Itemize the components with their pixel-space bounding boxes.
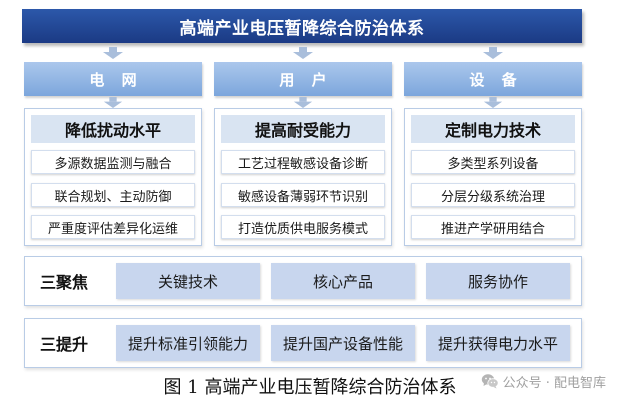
column-item: 工艺过程敏感设备诊断 — [221, 150, 385, 174]
column-item: 多类型系列设备 — [411, 150, 575, 174]
watermark-text: 公众号 · 配电智库 — [502, 375, 606, 391]
column-box-equipment: 定制电力技术 多类型系列设备 分层分级系统治理 推进产学研用结合 — [404, 108, 582, 246]
row-cell: 服务协作 — [426, 263, 570, 299]
row-cell: 关键技术 — [116, 263, 260, 299]
column-item: 推进产学研用结合 — [411, 215, 575, 239]
row-cell: 核心产品 — [271, 263, 415, 299]
column-box-grid: 降低扰动水平 多源数据监测与融合 联合规划、主动防御 严重度评估差异化运维 — [24, 108, 202, 246]
row-label: 三提升 — [40, 335, 89, 354]
column-box-user: 提高耐受能力 工艺过程敏感设备诊断 敏感设备薄弱环节识别 打造优质供电服务模式 — [214, 108, 392, 246]
row-cell: 提升国产设备性能 — [271, 325, 415, 361]
down-arrow — [102, 97, 124, 108]
column-item: 联合规划、主动防御 — [31, 183, 195, 207]
row-cell: 提升获得电力水平 — [426, 325, 570, 361]
column-header-user: 用 户 — [214, 62, 392, 96]
row-focus: 三聚焦 关键技术 核心产品 服务协作 — [24, 256, 582, 306]
down-arrow — [102, 47, 124, 59]
diagram-title: 高端产业电压暂降综合防治体系 — [22, 9, 582, 43]
row-cell: 提升标准引领能力 — [116, 325, 260, 361]
watermark: 公众号 · 配电智库 — [481, 371, 606, 391]
row-improve: 三提升 提升标准引领能力 提升国产设备性能 提升获得电力水平 — [24, 318, 582, 368]
down-arrow — [482, 97, 504, 108]
column-item: 敏感设备薄弱环节识别 — [221, 183, 385, 207]
column-item: 多源数据监测与融合 — [31, 150, 195, 174]
column-item: 打造优质供电服务模式 — [221, 215, 385, 239]
row-label: 三聚焦 — [40, 273, 89, 292]
down-arrow — [292, 47, 314, 59]
diagram-canvas: 高端产业电压暂降综合防治体系 电 网 用 户 设 备 降低扰动水平 多源数据监测… — [0, 0, 620, 406]
column-item: 分层分级系统治理 — [411, 183, 575, 207]
down-arrow — [482, 47, 504, 59]
column-title: 降低扰动水平 — [31, 115, 195, 143]
column-header-grid: 电 网 — [24, 62, 202, 96]
column-title: 提高耐受能力 — [221, 115, 385, 143]
column-item: 严重度评估差异化运维 — [31, 215, 195, 239]
column-header-equipment: 设 备 — [404, 62, 582, 96]
column-title: 定制电力技术 — [411, 115, 575, 143]
down-arrow — [292, 97, 314, 108]
wechat-icon — [481, 373, 499, 389]
